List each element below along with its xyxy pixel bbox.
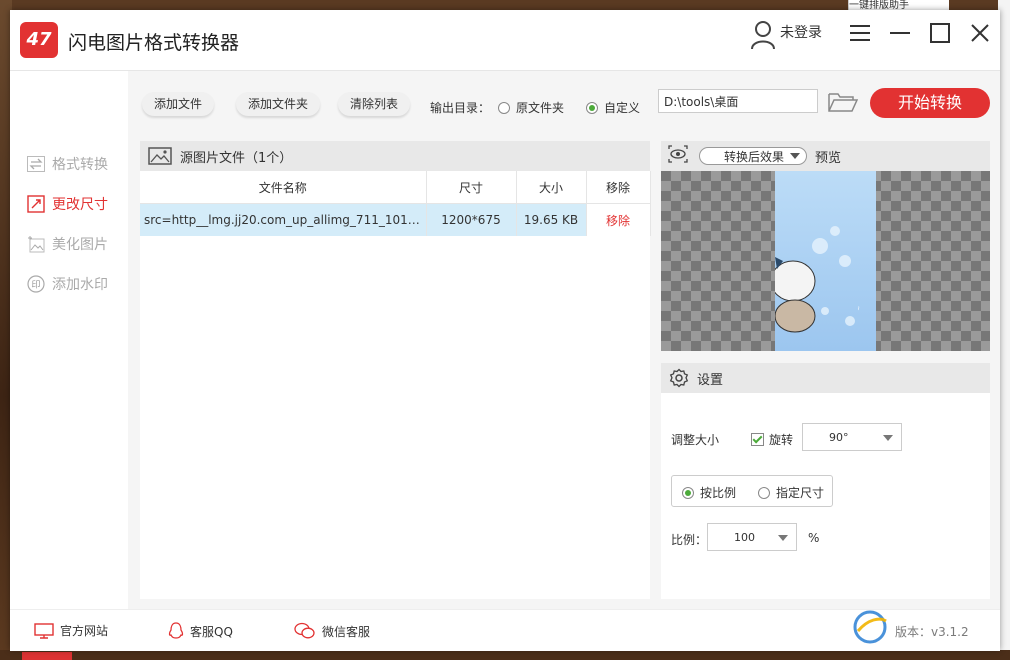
ratio-value: 100: [734, 531, 755, 544]
sidebar-item-label: 更改尺寸: [52, 197, 108, 213]
maximize-icon[interactable]: [925, 18, 955, 48]
sidebar-item-watermark[interactable]: 印 添加水印: [26, 273, 108, 295]
clear-list-button[interactable]: 清除列表: [338, 92, 411, 116]
preview-label: 预览: [815, 150, 842, 166]
settings-header: 设置: [661, 363, 990, 393]
swap-arrows-icon: [26, 154, 46, 174]
app-window: 47 闪电图片格式转换器 未登录 格式转换 更改尺寸 美化图片 印 添加水印 添…: [10, 10, 1000, 651]
beautify-image-icon: [26, 234, 46, 254]
radio-button[interactable]: [498, 101, 510, 114]
sidebar-item-format-convert[interactable]: 格式转换: [26, 153, 108, 175]
column-header-name[interactable]: 文件名称: [140, 171, 427, 204]
sidebar-item-beautify[interactable]: 美化图片: [26, 233, 108, 255]
resize-label: 调整大小: [671, 433, 720, 447]
app-logo: 47: [20, 22, 58, 58]
chevron-down-icon: [790, 153, 800, 159]
column-header-dimensions[interactable]: 尺寸: [426, 171, 517, 204]
sidebar-item-label: 格式转换: [52, 157, 108, 173]
preview-mode-value: 转换后效果: [724, 150, 785, 164]
rotate-label: 旋转: [769, 433, 794, 447]
support-wechat-label: 微信客服: [322, 624, 371, 639]
sidebar-item-label: 美化图片: [52, 237, 108, 253]
main-area: 源图片文件（1个） 文件名称 尺寸 大小 移除 src=http__lmg.jj…: [128, 131, 1000, 609]
source-files-header: 源图片文件（1个）: [140, 141, 650, 171]
site-watermark-logo: [850, 601, 1000, 651]
file-table: 文件名称 尺寸 大小 移除 src=http__lmg.jj20.com_up_…: [140, 171, 651, 236]
radio-label: 按比例: [700, 486, 737, 500]
column-header-remove: 移除: [586, 171, 651, 204]
output-path-input[interactable]: D:\tools\桌面: [658, 89, 818, 113]
radio-button[interactable]: [586, 101, 598, 114]
svg-text:印: 印: [31, 279, 40, 291]
rotate-angle-select[interactable]: 90°: [802, 423, 902, 451]
preview-mode-select[interactable]: 转换后效果: [699, 147, 807, 165]
svg-text:~: ~: [855, 305, 863, 311]
image-icon: [148, 147, 172, 165]
radio-original-folder[interactable]: 原文件夹: [498, 99, 564, 116]
file-size-cell: 19.65 KB: [516, 203, 587, 236]
ratio-select[interactable]: 100: [707, 523, 797, 551]
chevron-down-icon: [778, 535, 788, 541]
official-website-label: 官方网站: [60, 624, 109, 638]
login-status[interactable]: 未登录: [780, 22, 822, 42]
checkbox[interactable]: [751, 433, 764, 446]
menu-icon[interactable]: [845, 18, 875, 48]
radio-label: 指定尺寸: [776, 486, 825, 500]
table-header-row: 文件名称 尺寸 大小 移除: [140, 171, 651, 204]
add-file-button[interactable]: 添加文件: [142, 92, 215, 116]
support-qq-link[interactable]: 客服QQ: [168, 622, 233, 640]
watermark-icon: 印: [26, 274, 46, 294]
source-files-panel: 源图片文件（1个） 文件名称 尺寸 大小 移除 src=http__lmg.jj…: [140, 141, 651, 599]
rotate-angle-value: 90°: [829, 431, 849, 444]
radio-by-size[interactable]: 指定尺寸: [758, 484, 824, 501]
radio-label: 原文件夹: [516, 101, 565, 115]
desktop-background-bottom: [0, 650, 1010, 660]
file-name-cell: src=http__lmg.jj20.com_up_allimg_711_101…: [140, 203, 427, 236]
support-qq-label: 客服QQ: [190, 624, 233, 639]
remove-link[interactable]: 移除: [586, 203, 651, 236]
output-dir-label: 输出目录：: [430, 101, 491, 115]
ratio-label: 比例：: [671, 533, 708, 547]
official-website-link[interactable]: 官方网站: [34, 622, 108, 639]
sidebar-item-label: 添加水印: [52, 277, 108, 293]
column-header-size[interactable]: 大小: [516, 171, 587, 204]
preview-header: 转换后效果 预览: [661, 141, 990, 171]
minimize-icon[interactable]: [885, 18, 915, 48]
qq-icon: [168, 622, 184, 640]
gear-icon: [669, 368, 689, 388]
chevron-down-icon: [883, 435, 893, 441]
support-wechat-link[interactable]: 微信客服: [294, 622, 370, 640]
sidebar: 格式转换 更改尺寸 美化图片 印 添加水印: [10, 71, 129, 609]
dimensions-cell: 1200*675: [426, 203, 517, 236]
radio-by-ratio[interactable]: 按比例: [682, 484, 736, 501]
sidebar-item-resize[interactable]: 更改尺寸: [26, 193, 108, 215]
add-folder-button[interactable]: 添加文件夹: [236, 92, 321, 116]
source-files-title: 源图片文件（1个）: [180, 150, 293, 166]
app-title: 闪电图片格式转换器: [68, 32, 240, 54]
folder-open-icon[interactable]: [828, 91, 859, 113]
start-convert-button[interactable]: 开始转换: [870, 88, 990, 118]
settings-title: 设置: [697, 372, 724, 388]
user-icon[interactable]: [750, 20, 776, 52]
radio-custom-folder[interactable]: 自定义: [586, 99, 640, 116]
preview-image: ~: [775, 171, 876, 351]
eye-icon[interactable]: [667, 145, 689, 167]
table-row[interactable]: src=http__lmg.jj20.com_up_allimg_711_101…: [140, 203, 651, 236]
rotate-checkbox[interactable]: 旋转: [751, 431, 793, 448]
preview-panel: 转换后效果 预览 ~: [661, 141, 990, 351]
settings-panel: 设置 调整大小 旋转 90° 按比例 指定尺寸 比例： 100 %: [661, 363, 990, 599]
resize-icon: [26, 194, 46, 214]
radio-label: 自定义: [604, 101, 641, 115]
monitor-icon: [34, 622, 54, 639]
title-bar: 47 闪电图片格式转换器 未登录: [10, 10, 1000, 71]
wechat-icon: [294, 622, 316, 640]
taskbar-app-logo: [22, 652, 72, 660]
radio-button[interactable]: [758, 486, 770, 499]
toolbar: 添加文件 添加文件夹 清除列表 输出目录： 原文件夹 自定义 D:\tools\…: [128, 71, 1000, 131]
radio-button[interactable]: [682, 486, 694, 499]
close-icon[interactable]: [965, 18, 995, 48]
percent-label: %: [808, 531, 820, 545]
resize-mode-group: 按比例 指定尺寸: [671, 475, 833, 507]
